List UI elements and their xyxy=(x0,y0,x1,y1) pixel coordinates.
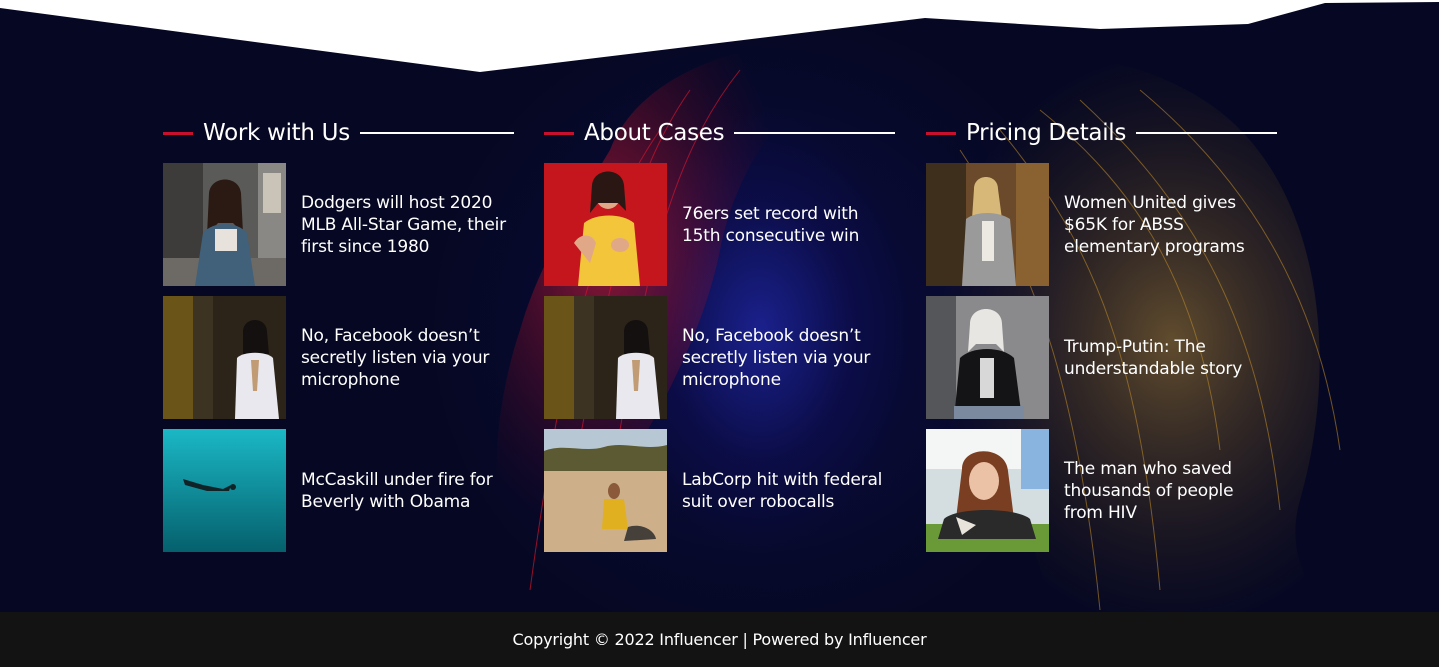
post-title-link[interactable]: Trump-Putin: The understandable story xyxy=(1064,336,1274,380)
post-thumbnail[interactable] xyxy=(926,296,1049,419)
widget-heading: Pricing Details xyxy=(926,115,1277,151)
post-thumbnail[interactable] xyxy=(163,429,286,552)
woman-lying-grass-photo xyxy=(926,429,1049,552)
heading-accent-line xyxy=(926,131,956,135)
heading-accent-line xyxy=(163,131,193,135)
post-item[interactable]: The man who saved thousands of people fr… xyxy=(926,429,1277,552)
post-item[interactable]: No, Facebook doesn’t secretly listen via… xyxy=(544,296,895,419)
post-thumbnail[interactable] xyxy=(544,296,667,419)
post-thumbnail[interactable] xyxy=(544,429,667,552)
post-item[interactable]: 76ers set record with 15th consecutive w… xyxy=(544,163,895,286)
footer-widgets-area: Work with Us Dodgers will host 2020 MLB … xyxy=(0,0,1439,612)
post-thumbnail[interactable] xyxy=(544,163,667,286)
woman-autumn-forest-photo xyxy=(926,163,1049,286)
post-thumbnail[interactable] xyxy=(926,429,1049,552)
widget-pricing-details: Pricing Details Women United gives $65K … xyxy=(926,115,1277,552)
widget-about-cases: About Cases 76ers set record with 15th c… xyxy=(544,115,895,552)
post-item[interactable]: LabCorp hit with federal suit over roboc… xyxy=(544,429,895,552)
heading-rule-line xyxy=(359,132,514,134)
post-item[interactable]: Women United gives $65K for ABSS element… xyxy=(926,163,1277,286)
site-footer-bar: Copyright © 2022 Influencer | Powered by… xyxy=(0,612,1439,667)
woman-white-dress-photo xyxy=(544,296,667,419)
post-title-link[interactable]: LabCorp hit with federal suit over roboc… xyxy=(682,469,892,513)
copyright-text: Copyright © 2022 Influencer | Powered by… xyxy=(512,630,927,649)
post-title-link[interactable]: Women United gives $65K for ABSS element… xyxy=(1064,192,1274,258)
post-title-link[interactable]: McCaskill under fire for Beverly with Ob… xyxy=(301,469,511,513)
woman-street-photo xyxy=(163,163,286,286)
post-title-link[interactable]: No, Facebook doesn’t secretly listen via… xyxy=(682,325,892,391)
widget-heading: Work with Us xyxy=(163,115,514,151)
woman-white-dress-photo xyxy=(163,296,286,419)
post-title-link[interactable]: The man who saved thousands of people fr… xyxy=(1064,458,1274,524)
woman-red-background-photo xyxy=(544,163,667,286)
woman-desert-photo xyxy=(544,429,667,552)
heading-rule-line xyxy=(734,132,895,134)
post-item[interactable]: Dodgers will host 2020 MLB All-Star Game… xyxy=(163,163,514,286)
woman-leather-jacket-photo xyxy=(926,296,1049,419)
widget-work-with-us: Work with Us Dodgers will host 2020 MLB … xyxy=(163,115,514,552)
underwater-swimmer-photo xyxy=(163,429,286,552)
heading-rule-line xyxy=(1136,132,1277,134)
post-item[interactable]: Trump-Putin: The understandable story xyxy=(926,296,1277,419)
widget-title: Pricing Details xyxy=(966,120,1127,146)
post-item[interactable]: No, Facebook doesn’t secretly listen via… xyxy=(163,296,514,419)
post-title-link[interactable]: Dodgers will host 2020 MLB All-Star Game… xyxy=(301,192,511,258)
widget-heading: About Cases xyxy=(544,115,895,151)
heading-accent-line xyxy=(544,131,574,135)
top-divider-shape xyxy=(0,0,1439,72)
post-title-link[interactable]: 76ers set record with 15th consecutive w… xyxy=(682,203,892,247)
widget-columns: Work with Us Dodgers will host 2020 MLB … xyxy=(163,115,1278,565)
widget-title: About Cases xyxy=(584,120,725,146)
post-thumbnail[interactable] xyxy=(163,163,286,286)
post-title-link[interactable]: No, Facebook doesn’t secretly listen via… xyxy=(301,325,511,391)
post-thumbnail[interactable] xyxy=(163,296,286,419)
post-item[interactable]: McCaskill under fire for Beverly with Ob… xyxy=(163,429,514,552)
widget-title: Work with Us xyxy=(203,120,350,146)
post-thumbnail[interactable] xyxy=(926,163,1049,286)
